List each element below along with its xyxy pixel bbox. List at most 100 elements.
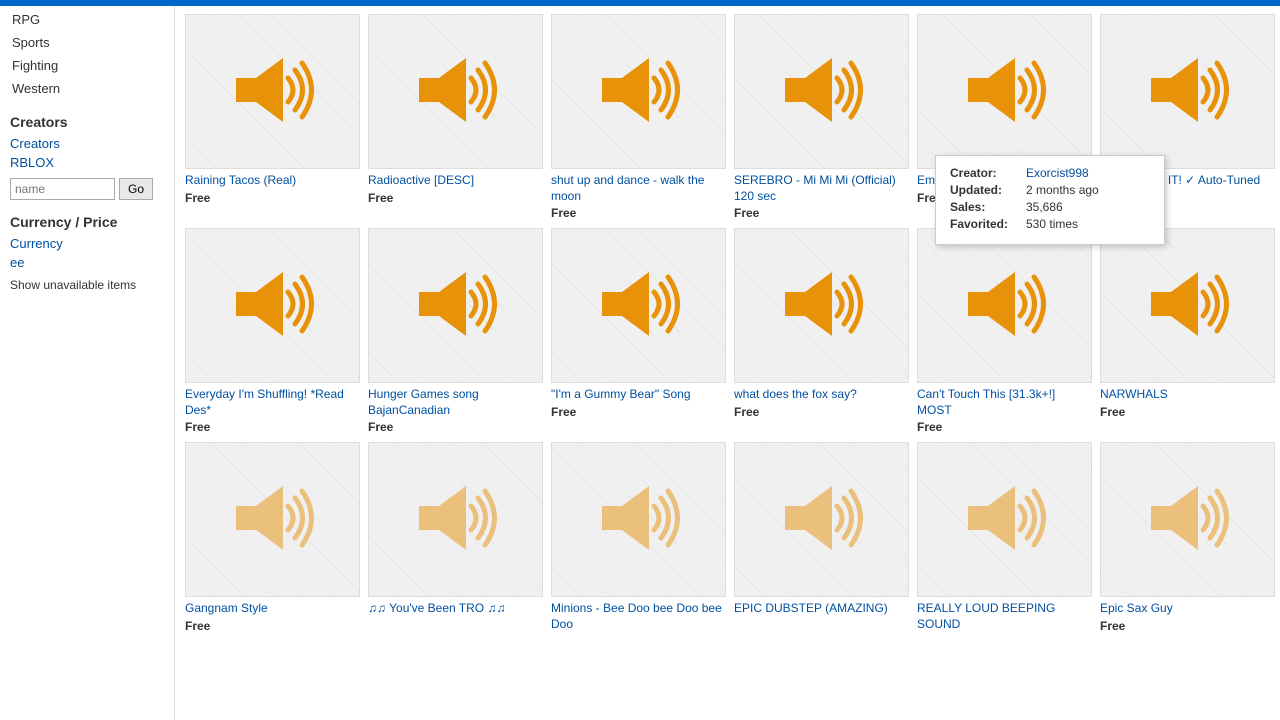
item-title[interactable]: Raining Tacos (Real) xyxy=(185,173,360,189)
item-title[interactable]: Gangnam Style xyxy=(185,601,360,617)
item-thumbnail xyxy=(368,14,543,169)
creator-name-input[interactable] xyxy=(10,178,115,200)
item-thumbnail xyxy=(917,442,1092,597)
item-price: Free xyxy=(1100,405,1275,419)
item-card[interactable]: Everyday I'm Shuffling! *Read Des* Free xyxy=(185,228,360,434)
item-card[interactable]: Gangnam Style Free xyxy=(185,442,360,633)
item-thumbnail xyxy=(1100,442,1275,597)
item-thumbnail xyxy=(185,442,360,597)
sidebar-item-western[interactable]: Western xyxy=(10,77,164,100)
speaker-icon xyxy=(594,264,684,347)
item-card[interactable]: Epic Sax Guy Free xyxy=(1100,442,1275,633)
item-price: Free xyxy=(368,191,543,205)
item-thumbnail xyxy=(1100,228,1275,383)
item-card[interactable]: shut up and dance - walk the moon Free xyxy=(551,14,726,220)
currency-link[interactable]: Currency xyxy=(10,234,164,253)
item-title[interactable]: Radioactive [DESC] xyxy=(368,173,543,189)
item-card[interactable]: Minions - Bee Doo bee Doo bee Doo xyxy=(551,442,726,633)
item-price: Free xyxy=(1100,619,1275,633)
item-thumbnail xyxy=(551,14,726,169)
item-title[interactable]: Epic Sax Guy xyxy=(1100,601,1275,617)
item-price: Free xyxy=(734,206,909,220)
sidebar-item-fighting[interactable]: Fighting xyxy=(10,54,164,77)
price-section-title: Currency / Price xyxy=(10,214,164,230)
item-card[interactable]: Radioactive [DESC] Free xyxy=(368,14,543,220)
item-price: Free xyxy=(917,191,1092,205)
item-thumbnail xyxy=(734,442,909,597)
item-card[interactable]: what does the fox say? Free xyxy=(734,228,909,434)
sidebar-item-sports[interactable]: Sports xyxy=(10,31,164,54)
item-title[interactable]: Can't Touch This [31.3k+!] MOST xyxy=(917,387,1092,418)
item-card[interactable]: Hunger Games song BajanCanadian Free xyxy=(368,228,543,434)
item-thumbnail xyxy=(185,228,360,383)
speaker-icon xyxy=(960,264,1050,347)
speaker-icon xyxy=(960,478,1050,561)
item-title[interactable]: NARWHALS xyxy=(1100,387,1275,403)
item-thumbnail xyxy=(551,442,726,597)
item-title[interactable]: Minions - Bee Doo bee Doo bee Doo xyxy=(551,601,726,632)
sidebar-item-rpg[interactable]: RPG xyxy=(10,8,164,31)
speaker-icon xyxy=(228,264,318,347)
items-grid: Raining Tacos (Real) Free Radioactive [D… xyxy=(185,14,1270,633)
sidebar: RPG Sports Fighting Western Creators Cre… xyxy=(0,0,175,720)
speaker-icon xyxy=(960,50,1050,133)
item-title[interactable]: Hunger Games song BajanCanadian xyxy=(368,387,543,418)
item-price: Free xyxy=(1100,206,1275,220)
speaker-icon xyxy=(1143,50,1233,133)
item-price: Free xyxy=(551,405,726,419)
speaker-icon xyxy=(594,478,684,561)
item-thumbnail xyxy=(734,228,909,383)
item-card[interactable]: REALLY LOUD BEEPING SOUND xyxy=(917,442,1092,633)
item-title[interactable]: "I'm a Gummy Bear" Song xyxy=(551,387,726,403)
speaker-icon xyxy=(594,50,684,133)
item-card[interactable]: ✓ JUST DO IT! ✓ Auto-Tuned Shia Free xyxy=(1100,14,1275,220)
creators-label[interactable]: Creators xyxy=(10,134,164,153)
item-title[interactable]: ✓ JUST DO IT! ✓ Auto-Tuned Shia xyxy=(1100,173,1275,204)
speaker-icon xyxy=(1143,478,1233,561)
speaker-icon xyxy=(411,264,501,347)
item-title[interactable]: ♫♫ You've Been TRO ♫♫ xyxy=(368,601,543,617)
speaker-icon xyxy=(777,264,867,347)
rblox-link[interactable]: RBLOX xyxy=(10,153,164,172)
item-thumbnail xyxy=(551,228,726,383)
item-price: Free xyxy=(368,420,543,434)
item-card[interactable]: Can't Touch This [31.3k+!] MOST Free xyxy=(917,228,1092,434)
price-section: Currency / Price Currency ee Show unavai… xyxy=(10,214,164,292)
item-title[interactable]: shut up and dance - walk the moon xyxy=(551,173,726,204)
unavailable-toggle[interactable]: Show unavailable items xyxy=(10,278,164,292)
speaker-icon xyxy=(1143,264,1233,347)
item-thumbnail xyxy=(917,14,1092,169)
item-price: Free xyxy=(185,420,360,434)
item-card[interactable]: SEREBRO - Mi Mi Mi (Official) 120 sec Fr… xyxy=(734,14,909,220)
speaker-icon xyxy=(411,478,501,561)
item-card[interactable]: NARWHALS Free xyxy=(1100,228,1275,434)
item-card[interactable]: "I'm a Gummy Bear" Song Free xyxy=(551,228,726,434)
item-title[interactable]: EPIC DUBSTEP (AMAZING) xyxy=(734,601,909,617)
item-card[interactable]: ♫♫ You've Been TRO ♫♫ xyxy=(368,442,543,633)
go-button[interactable]: Go xyxy=(119,178,153,200)
creators-section-title: Creators xyxy=(10,114,164,130)
item-card[interactable]: Raining Tacos (Real) Free xyxy=(185,14,360,220)
item-card[interactable]: Eminem - I'm Not Afraid Free xyxy=(917,14,1092,220)
item-thumbnail xyxy=(185,14,360,169)
item-title[interactable]: Everyday I'm Shuffling! *Read Des* xyxy=(185,387,360,418)
item-price: Free xyxy=(551,206,726,220)
speaker-icon xyxy=(777,478,867,561)
item-card[interactable]: EPIC DUBSTEP (AMAZING) xyxy=(734,442,909,633)
free-link[interactable]: ee xyxy=(10,253,164,272)
item-title[interactable]: Eminem - I'm Not Afraid xyxy=(917,173,1092,189)
item-title[interactable]: REALLY LOUD BEEPING SOUND xyxy=(917,601,1092,632)
item-thumbnail xyxy=(368,442,543,597)
item-price: Free xyxy=(734,405,909,419)
speaker-icon xyxy=(228,50,318,133)
speaker-icon xyxy=(411,50,501,133)
item-title[interactable]: what does the fox say? xyxy=(734,387,909,403)
item-thumbnail xyxy=(917,228,1092,383)
item-price: Free xyxy=(917,420,1092,434)
item-title[interactable]: SEREBRO - Mi Mi Mi (Official) 120 sec xyxy=(734,173,909,204)
main-content: Raining Tacos (Real) Free Radioactive [D… xyxy=(175,0,1280,720)
item-thumbnail xyxy=(368,228,543,383)
item-price: Free xyxy=(185,619,360,633)
speaker-icon xyxy=(228,478,318,561)
item-thumbnail xyxy=(734,14,909,169)
